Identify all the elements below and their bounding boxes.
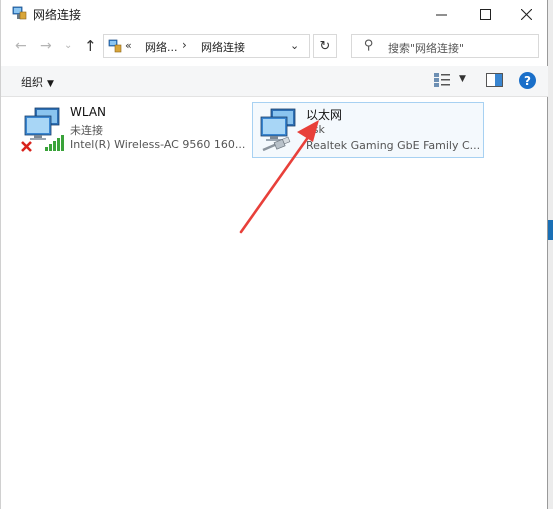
maximize-button[interactable] (463, 0, 507, 28)
address-dropdown[interactable]: ⌄ (290, 39, 299, 52)
up-button[interactable]: ↑ (84, 37, 97, 55)
recent-locations-button[interactable]: ⌄ (64, 40, 72, 51)
change-view-icon[interactable] (434, 73, 450, 87)
address-bar[interactable]: « 网络... › 网络连接 ⌄ (103, 34, 310, 58)
organize-menu[interactable]: 组织 ▼ (21, 74, 54, 90)
background-accent (548, 220, 553, 240)
connection-name: WLAN (70, 105, 107, 119)
preview-pane-icon[interactable] (486, 73, 503, 87)
navigation-bar: ← → ⌄ ↑ « 网络... › 网络连接 ⌄ ↻ ⚲ 搜索"网络连接" (1, 30, 548, 62)
organize-label: 组织 (21, 76, 43, 89)
command-bar: 组织 ▼ ▼ ? (1, 66, 548, 97)
network-connections-window: 网络连接 ← → ⌄ ↑ « 网络... › 网络连接 ⌄ ↻ ⚲ 搜索"网络连… (0, 0, 548, 509)
connection-item-wlan[interactable]: WLAN 未连接 Intel(R) Wireless-AC 9560 160..… (17, 102, 246, 158)
connection-item-ethernet[interactable]: 以太网 esk Realtek Gaming GbE Family C... (252, 102, 484, 158)
address-overflow-chevron[interactable]: « (125, 39, 132, 52)
minimize-icon (435, 14, 447, 15)
help-button[interactable]: ? (519, 72, 536, 89)
network-folder-icon (108, 39, 122, 53)
breadcrumb-network[interactable]: 网络... (145, 39, 178, 55)
forward-button[interactable]: → (40, 38, 52, 54)
connection-device: Realtek Gaming GbE Family C... (306, 139, 481, 152)
connection-status: esk (306, 123, 325, 136)
refresh-button[interactable]: ↻ (313, 34, 337, 58)
minimize-button[interactable] (419, 0, 463, 28)
view-options-chevron-down-icon[interactable]: ▼ (459, 74, 466, 84)
search-placeholder: 搜索"网络连接" (388, 42, 465, 55)
title-bar[interactable]: 网络连接 (1, 0, 548, 28)
close-icon (520, 8, 532, 20)
breadcrumb-network-connections[interactable]: 网络连接 (201, 39, 245, 55)
search-icon: ⚲ (364, 38, 374, 53)
refresh-icon: ↻ (319, 38, 331, 54)
help-icon: ? (524, 73, 531, 88)
chevron-down-icon: ▼ (47, 79, 54, 89)
close-button[interactable] (504, 0, 548, 28)
back-button[interactable]: ← (15, 38, 27, 54)
breadcrumb-separator[interactable]: › (182, 38, 187, 52)
background-strip (548, 0, 553, 509)
ethernet-network-icon (260, 108, 296, 152)
network-folder-icon (12, 6, 27, 20)
maximize-icon (479, 8, 491, 20)
window-title: 网络连接 (33, 8, 82, 22)
connection-name: 以太网 (306, 108, 343, 122)
connection-device: Intel(R) Wireless-AC 9560 160... (70, 138, 246, 151)
search-box[interactable]: ⚲ 搜索"网络连接" (351, 34, 539, 58)
connection-status: 未连接 (70, 124, 103, 137)
wireless-network-icon (21, 107, 64, 152)
